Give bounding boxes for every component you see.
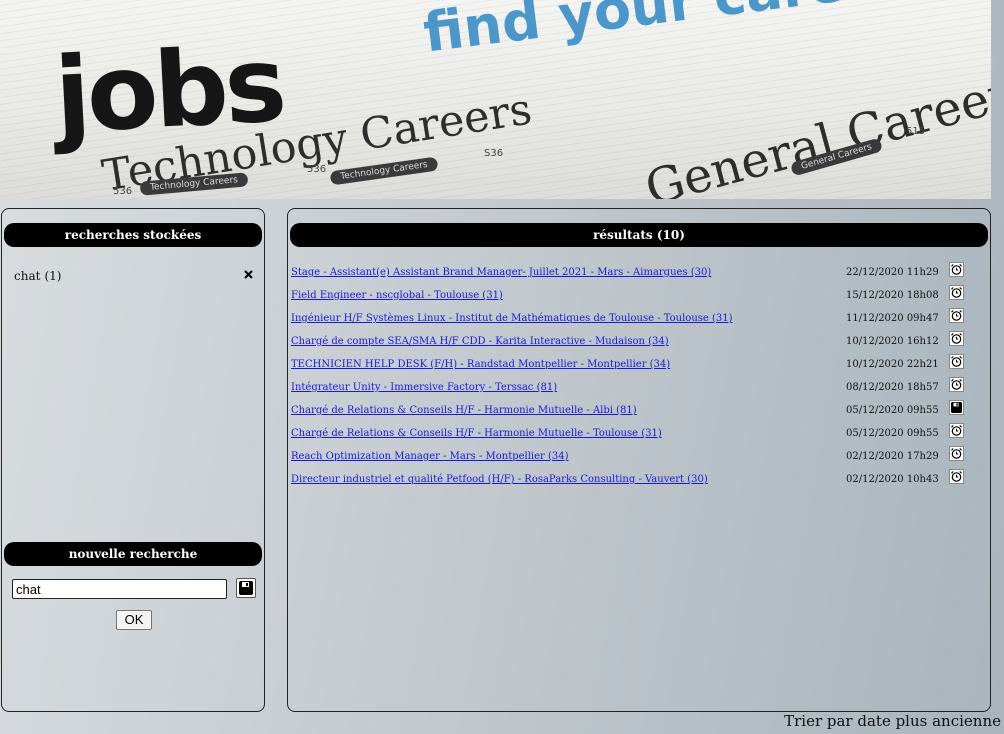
alarm-clock-icon (950, 332, 963, 345)
close-x-icon[interactable] (244, 270, 253, 279)
results-header: résultats (10) (290, 223, 988, 247)
offer-date: 02/12/2020 10h43 (846, 474, 939, 485)
results-list: Stage - Assistant(e) Assistant Brand Man… (291, 262, 987, 495)
job-offer-link[interactable]: Ingénieur H/F Systèmes Linux - Institut … (291, 313, 733, 324)
job-offer-link[interactable]: Chargé de Relations & Conseils H/F - Har… (291, 428, 662, 439)
ok-button[interactable]: OK (116, 610, 152, 630)
reminder-button[interactable] (949, 446, 964, 461)
stored-search-label[interactable]: chat (14, 269, 40, 283)
offer-date: 02/12/2020 17h29 (846, 451, 939, 462)
reminder-button[interactable] (949, 308, 964, 323)
banner-number: S36 (484, 148, 504, 159)
banner-number: 536 (113, 186, 133, 197)
save-offer-button[interactable] (949, 400, 964, 415)
offer-date: 15/12/2020 18h08 (846, 290, 939, 301)
offer-date: 08/12/2020 18h57 (846, 382, 939, 393)
reminder-button[interactable] (949, 262, 964, 277)
offer-date: 05/12/2020 09h55 (846, 405, 939, 416)
banner-number: 515 (906, 126, 926, 137)
reminder-button[interactable] (949, 423, 964, 438)
results-panel: résultats (10) Stage - Assistant(e) Assi… (287, 208, 991, 712)
alarm-clock-icon (950, 263, 963, 276)
job-offer-link[interactable]: Reach Optimization Manager - Mars - Mont… (291, 451, 569, 462)
result-row: Stage - Assistant(e) Assistant Brand Man… (291, 262, 987, 288)
banner-number: 536 (307, 164, 327, 175)
reminder-button[interactable] (949, 331, 964, 346)
alarm-clock-icon (950, 447, 963, 460)
result-row: Reach Optimization Manager - Mars - Mont… (291, 446, 987, 472)
result-row: Chargé de compte SEA/SMA H/F CDD - Karit… (291, 331, 987, 357)
alarm-clock-icon (950, 286, 963, 299)
stored-search-count: (1) (44, 269, 62, 283)
save-search-button[interactable] (236, 578, 256, 598)
new-search-header: nouvelle recherche (4, 542, 262, 566)
job-offer-link[interactable]: Chargé de Relations & Conseils H/F - Har… (291, 405, 637, 416)
floppy-disk-icon (239, 581, 253, 595)
result-row: TECHNICIEN HELP DESK (F/H) - Randstad Mo… (291, 354, 987, 380)
search-sidebar: recherches stockées chat (1) nouvelle rec… (1, 208, 265, 712)
alarm-clock-icon (950, 355, 963, 368)
stored-searches-header: recherches stockées (4, 223, 262, 247)
result-row: Intégrateur Unity - Immersive Factory - … (291, 377, 987, 403)
offer-date: 22/12/2020 11h29 (846, 267, 939, 278)
job-offer-link[interactable]: Stage - Assistant(e) Assistant Brand Man… (291, 267, 711, 278)
offer-date: 05/12/2020 09h55 (846, 428, 939, 439)
stored-search-item[interactable]: chat (1) (14, 269, 61, 283)
reminder-button[interactable] (949, 469, 964, 484)
sort-by-date-link[interactable]: Trier par date plus ancienne (784, 712, 1001, 730)
job-offer-link[interactable]: Directeur industriel et qualité Petfood … (291, 474, 708, 485)
alarm-clock-icon (950, 424, 963, 437)
reminder-button[interactable] (949, 377, 964, 392)
job-offer-link[interactable]: Field Engineer - nscglobal - Toulouse (3… (291, 290, 503, 301)
job-offer-link[interactable]: TECHNICIEN HELP DESK (F/H) - Randstad Mo… (291, 359, 670, 370)
jobs-banner-image: find your career jobs Technology Careers… (0, 0, 991, 199)
offer-date: 10/12/2020 22h21 (846, 359, 939, 370)
reminder-button[interactable] (949, 285, 964, 300)
alarm-clock-icon (950, 378, 963, 391)
floppy-disk-icon (950, 401, 963, 414)
search-input[interactable] (12, 579, 227, 599)
offer-date: 11/12/2020 09h47 (846, 313, 939, 324)
result-row: Directeur industriel et qualité Petfood … (291, 469, 987, 495)
alarm-clock-icon (950, 470, 963, 483)
offer-date: 10/12/2020 16h12 (846, 336, 939, 347)
result-row: Chargé de Relations & Conseils H/F - Har… (291, 423, 987, 449)
result-row: Field Engineer - nscglobal - Toulouse (3… (291, 285, 987, 311)
result-row: Ingénieur H/F Systèmes Linux - Institut … (291, 308, 987, 334)
reminder-button[interactable] (949, 354, 964, 369)
job-offer-link[interactable]: Chargé de compte SEA/SMA H/F CDD - Karit… (291, 336, 669, 347)
alarm-clock-icon (950, 309, 963, 322)
result-row: Chargé de Relations & Conseils H/F - Har… (291, 400, 987, 426)
job-offer-link[interactable]: Intégrateur Unity - Immersive Factory - … (291, 382, 557, 393)
